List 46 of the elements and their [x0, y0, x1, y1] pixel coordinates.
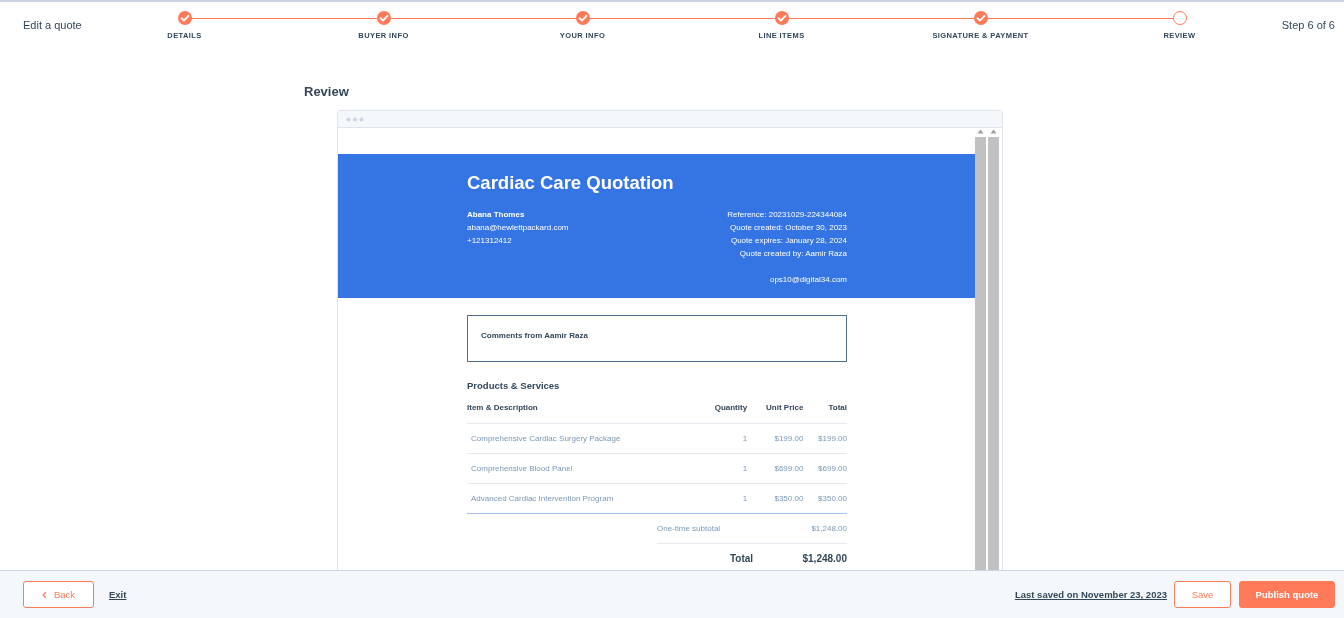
buyer-name: Abana Thomes [467, 209, 526, 221]
table-cell: $350.00 [803, 483, 847, 514]
column-header: Item & Description [467, 403, 699, 424]
section-title: Review [304, 84, 350, 99]
column-header: Total [803, 403, 847, 424]
completed-step-circle[interactable] [177, 11, 192, 25]
table-cell: $350.00 [747, 483, 804, 514]
scrollbar[interactable] [988, 129, 999, 570]
quote-meta-text: Quote created by: Aamir Raza [739, 248, 847, 260]
comments-title: Comments from Aamir Raza [481, 331, 588, 340]
page-title: Edit a quote [22, 19, 83, 31]
quote-meta-text: Reference: 20231029-224344084 [727, 209, 847, 221]
table-cell: $699.00 [747, 453, 804, 484]
table-cell: Comprehensive Blood Panel [467, 453, 699, 484]
exit-link[interactable]: Exit [109, 589, 127, 600]
subtotal-value: $1,248.00 [811, 524, 847, 533]
table-cell: 1 [698, 453, 748, 484]
buyer-email: abana@hewlettpackard.com [467, 222, 569, 234]
completed-step-circle[interactable] [575, 11, 590, 25]
last-saved-link[interactable]: Last saved on November 23, 2023 [1014, 589, 1167, 600]
products-title: Products & Services [467, 380, 561, 391]
buyer-phone: +121312412 [467, 235, 513, 247]
total-value: $1,248.00 [802, 553, 847, 564]
table-cell: $199.00 [803, 423, 847, 454]
subtotal-label: One-time subtotal [657, 524, 721, 533]
chevron-left-icon [41, 590, 47, 599]
completed-step-circle[interactable] [774, 11, 789, 25]
window-dots-icon [346, 116, 364, 122]
table-cell: Comprehensive Cardiac Surgery Package [467, 423, 699, 454]
quote-meta-text: Quote expires: January 28, 2024 [730, 235, 847, 247]
table-cell: 1 [698, 483, 748, 514]
total-label: Total [730, 553, 754, 564]
table-cell: Advanced Cardiac Intervention Program [467, 483, 699, 514]
scrollbar[interactable] [975, 129, 986, 570]
table-cell: 1 [698, 423, 748, 454]
seller-email: ops10@digital34.com [769, 274, 847, 286]
table-cell: $699.00 [803, 453, 847, 484]
current-step-circle[interactable] [1172, 11, 1187, 25]
quote-title: Cardiac Care Quotation [467, 172, 675, 194]
quote-meta-text: Quote created: October 30, 2023 [730, 222, 847, 234]
column-header: Unit Price [747, 403, 804, 424]
completed-step-circle[interactable] [973, 11, 988, 25]
completed-step-circle[interactable] [376, 11, 391, 25]
table-cell: $199.00 [747, 423, 804, 454]
step-counter: Step 6 of 6 [1280, 19, 1336, 31]
column-header: Quantity [698, 403, 748, 424]
